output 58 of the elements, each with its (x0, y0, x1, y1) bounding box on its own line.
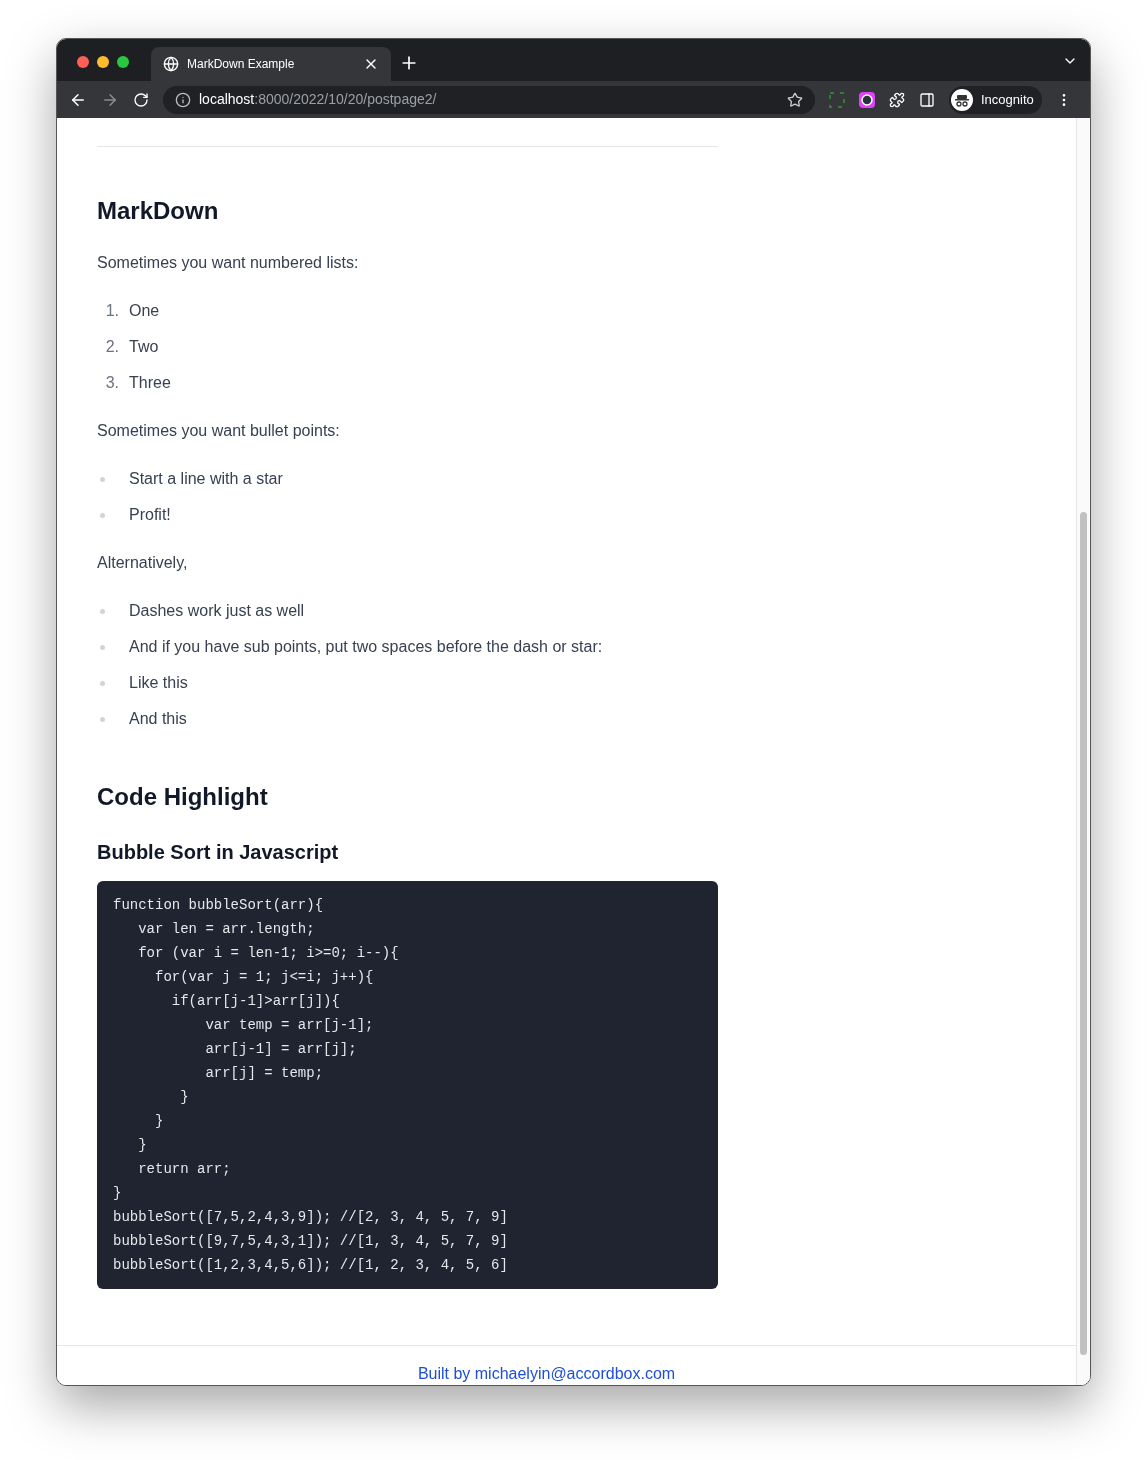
code-line: function bubbleSort(arr){ (113, 896, 325, 915)
bullet-icon (100, 644, 105, 650)
close-window-button[interactable] (77, 56, 89, 68)
code-line: } (154, 1112, 165, 1131)
code-line: for(var j = 1; j<=i; j++){ (154, 968, 375, 987)
browser-tab[interactable]: MarkDown Example (151, 47, 391, 81)
bullet-icon (100, 680, 105, 686)
subsection-heading: Bubble Sort in Javascript (97, 840, 340, 865)
info-icon (175, 91, 191, 108)
list-item-text: And this (129, 709, 187, 729)
list-item-text: Three (129, 373, 171, 393)
profile-button[interactable]: Incognito (949, 85, 1042, 114)
footer-link[interactable]: Built by michaelyin@accordbox.com (417, 1362, 676, 1385)
section-heading: Code Highlight (97, 782, 269, 812)
side-panel-icon[interactable] (919, 91, 935, 108)
code-line: arr[j-1] = arr[j]; (204, 1040, 358, 1059)
bookmark-star-icon[interactable] (787, 91, 803, 108)
scrollbar-thumb[interactable] (1080, 512, 1087, 1355)
incognito-icon (951, 88, 973, 111)
section-heading: MarkDown (97, 196, 220, 226)
list-item-text: Like this (129, 673, 188, 693)
list-number: 2. (105, 337, 119, 357)
list-item-text: Start a line with a star (129, 469, 283, 489)
code-line: for (var i = len-1; i>=0; i--){ (137, 944, 400, 963)
bullet-icon (100, 476, 105, 482)
paragraph: Sometimes you want numbered lists: (97, 253, 360, 273)
code-line: } (137, 1136, 148, 1155)
url-text: localhost:8000/2022/10/20/postpage2/ (199, 90, 438, 109)
address-bar[interactable]: localhost:8000/2022/10/20/postpage2/ (163, 85, 815, 114)
list-number: 3. (105, 373, 119, 393)
paragraph: Sometimes you want bullet points: (97, 421, 341, 441)
globe-icon (163, 56, 179, 72)
reload-icon[interactable] (133, 91, 149, 108)
code-line: arr[j] = temp; (204, 1064, 325, 1083)
color-ring-icon[interactable] (859, 91, 875, 108)
code-line: bubbleSort([9,7,5,4,3,1]); //[1, 3, 4, 5, 7, 9] (113, 1232, 509, 1251)
code-line: } (113, 1184, 123, 1203)
code-line: var temp = arr[j-1]; (204, 1016, 375, 1035)
list-item-text: One (129, 301, 160, 321)
list-item-text: Profit! (129, 505, 171, 525)
paragraph: Alternatively, (97, 553, 189, 573)
zoom-window-button[interactable] (117, 56, 129, 68)
tab-title: MarkDown Example (187, 56, 296, 73)
list-item-text: Two (129, 337, 159, 357)
code-line: return arr; (137, 1160, 232, 1179)
code-line: if(arr[j-1]>arr[j]){ (170, 992, 341, 1011)
list-item-text: Dashes work just as well (129, 601, 305, 621)
code-line: var len = arr.length; (137, 920, 316, 939)
code-line: bubbleSort([1,2,3,4,5,6]); //[1, 2, 3, 4, 5, 6] (113, 1256, 509, 1275)
bullet-icon (100, 716, 105, 722)
extensions-icon[interactable] (889, 91, 905, 108)
bullet-icon (100, 608, 105, 614)
minimize-window-button[interactable] (97, 56, 109, 68)
list-item-text: And if you have sub points, put two spaces before the dash or star: (129, 637, 603, 657)
code-line: } (179, 1088, 190, 1107)
bullet-icon (100, 512, 105, 518)
code-line: bubbleSort([7,5,2,4,3,9]); //[2, 3, 4, 5, 7, 9] (113, 1208, 509, 1227)
list-number: 1. (105, 301, 119, 321)
